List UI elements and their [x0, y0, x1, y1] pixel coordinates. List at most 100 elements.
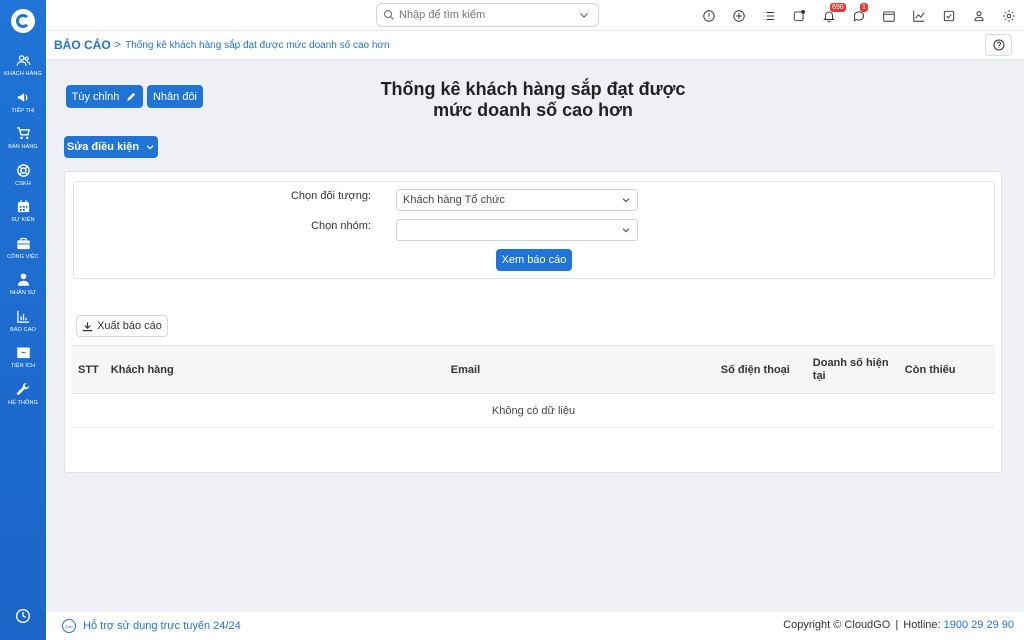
sidebar-item-label: KHÁCH HÀNG	[4, 71, 42, 78]
sidebar-item-label: HỆ THỐNG	[8, 399, 38, 406]
chart-icon	[16, 310, 29, 323]
sidebar-item-label: CÔNG VIỆC	[7, 253, 39, 260]
chevron-down-icon	[146, 145, 154, 150]
target-select-value: Khách hàng Tổ chức	[403, 194, 505, 206]
group-select[interactable]	[396, 219, 638, 241]
export-report-button[interactable]: Xuất báo cáo	[76, 315, 168, 337]
download-icon	[82, 321, 93, 331]
page-title: Thống kê khách hàng sắp đạt được mức doa…	[360, 79, 706, 121]
breadcrumb: BÁO CÁO > Thống kê khách hàng sắp đạt đư…	[46, 31, 1024, 60]
plus-circle-icon	[733, 9, 745, 22]
hotline-number[interactable]: 1900 29 29 90	[944, 619, 1014, 631]
hotline-label: Hotline:	[903, 619, 941, 631]
sidebar-item-support[interactable]: CSKH	[0, 157, 46, 194]
users-icon	[16, 55, 30, 66]
empty-table-message: Không có dữ liệu	[72, 393, 995, 428]
chevron-down-icon	[622, 228, 630, 233]
chevron-down-icon	[622, 198, 630, 203]
app-logo[interactable]	[11, 9, 35, 33]
table-row: Không có dữ liệu	[72, 393, 995, 428]
calendar-button[interactable]	[874, 0, 904, 31]
edit-conditions-button[interactable]: Sửa điều kiện	[64, 136, 158, 158]
analytics-button[interactable]	[904, 0, 934, 31]
sidebar-item-reports[interactable]: BÁO CÁO	[0, 303, 46, 340]
sidebar-item-marketing[interactable]: TIẾP THỊ	[0, 84, 46, 121]
breadcrumb-current-page: Thống kê khách hàng sắp đạt được mức doa…	[125, 39, 390, 51]
target-label: Chọn đối tượng:	[290, 190, 371, 202]
column-header-stt[interactable]: STT	[72, 345, 105, 394]
zalo-icon[interactable]: Zalo	[62, 619, 76, 633]
info-icon	[703, 9, 715, 22]
search-input[interactable]	[399, 9, 576, 21]
briefcase-icon	[16, 237, 30, 249]
report-panel: Chọn đối tượng: Khách hàng Tổ chức Chọn …	[64, 171, 1002, 473]
add-button[interactable]	[724, 0, 754, 31]
footer: Zalo Hỗ trợ sử dụng trực tuyến 24/24 Cop…	[46, 612, 1024, 640]
updates-button[interactable]	[784, 0, 814, 31]
view-report-button[interactable]: Xem báo cáo	[496, 249, 572, 271]
top-toolbar: 696 1	[694, 0, 1024, 31]
chat-button[interactable]: 1	[844, 0, 874, 31]
calendar-icon	[17, 200, 29, 213]
help-button[interactable]	[985, 34, 1012, 56]
table-header-row: STT Khách hàng Email Số điện thoại Doanh…	[72, 345, 995, 394]
sidebar-item-sales[interactable]: BÁN HÀNG	[0, 120, 46, 157]
column-header-email[interactable]: Email	[444, 345, 715, 394]
user-icon	[974, 10, 984, 21]
calendar-outline-icon	[883, 10, 895, 22]
view-report-label: Xem báo cáo	[501, 254, 567, 266]
column-header-phone[interactable]: Số điện thoại	[714, 345, 807, 394]
chevron-down-icon[interactable]	[576, 9, 592, 21]
edit-conditions-label: Sửa điều kiện	[66, 141, 140, 153]
sidebar-item-utilities[interactable]: TIỆN ÍCH	[0, 339, 46, 376]
info-button[interactable]	[694, 0, 724, 31]
settings-button[interactable]	[994, 0, 1024, 31]
sidebar-item-label: BÁN HÀNG	[8, 144, 38, 151]
copyright-text: Copyright © CloudGO	[783, 619, 891, 631]
column-header-remaining[interactable]: Còn thiếu	[898, 345, 995, 394]
notifications-button[interactable]: 696	[814, 0, 846, 31]
copyright: Copyright © CloudGO | Hotline: 1900 29 2…	[783, 619, 1014, 631]
wrench-icon	[16, 382, 29, 395]
profile-button[interactable]	[964, 0, 994, 31]
duplicate-label: Nhân đôi	[152, 90, 198, 103]
gear-icon	[1003, 9, 1015, 22]
column-header-customer[interactable]: Khách hàng	[104, 345, 445, 394]
list-icon	[763, 11, 775, 20]
sidebar-item-label: TIỆN ÍCH	[10, 363, 36, 370]
square-dot-icon	[793, 9, 806, 21]
customize-button[interactable]: Tùy chỉnh	[66, 85, 143, 108]
list-button[interactable]	[754, 0, 784, 31]
filter-section: Chọn đối tượng: Khách hàng Tổ chức Chọn …	[73, 181, 995, 279]
page-title-line-1: Thống kê khách hàng sắp đạt được	[380, 79, 686, 99]
column-header-current-revenue[interactable]: Doanh số hiện tại	[806, 345, 899, 394]
sidebar-item-events[interactable]: SỰ KIỆN	[0, 193, 46, 230]
lifebuoy-icon	[16, 163, 30, 177]
box-icon	[16, 347, 30, 359]
target-select[interactable]: Khách hàng Tổ chức	[396, 189, 638, 211]
report-table: STT Khách hàng Email Số điện thoại Doanh…	[72, 345, 995, 428]
sidebar-item-system[interactable]: HỆ THỐNG	[0, 376, 46, 413]
breadcrumb-root[interactable]: BÁO CÁO	[54, 38, 111, 52]
sidebar: KHÁCH HÀNG TIẾP THỊ BÁN HÀNG CSKH SỰ KIỆ…	[0, 0, 46, 640]
tasks-button[interactable]	[934, 0, 964, 31]
duplicate-button[interactable]: Nhân đôi	[147, 85, 203, 108]
export-report-label: Xuất báo cáo	[97, 320, 162, 332]
sidebar-item-label: SỰ KIỆN	[11, 217, 35, 224]
sidebar-item-label: NHÂN SỰ	[9, 290, 37, 297]
top-bar: 696 1	[46, 0, 1024, 31]
customize-label: Tùy chỉnh	[71, 90, 120, 103]
support-link[interactable]: Hỗ trợ sử dụng trực tuyến 24/24	[83, 620, 241, 632]
search-icon	[384, 10, 394, 20]
clock-icon[interactable]	[15, 608, 31, 624]
sidebar-item-customers[interactable]: KHÁCH HÀNG	[0, 47, 46, 84]
sidebar-item-tasks[interactable]: CÔNG VIỆC	[0, 230, 46, 267]
global-search[interactable]	[376, 3, 599, 27]
person-icon	[17, 273, 29, 286]
sidebar-item-label: TIẾP THỊ	[11, 107, 35, 114]
group-label: Chọn nhóm:	[311, 220, 371, 232]
zalo-label: Zalo	[65, 623, 73, 629]
checkbox-icon	[943, 10, 955, 21]
pencil-icon	[127, 92, 136, 101]
sidebar-item-hr[interactable]: NHÂN SỰ	[0, 266, 46, 303]
